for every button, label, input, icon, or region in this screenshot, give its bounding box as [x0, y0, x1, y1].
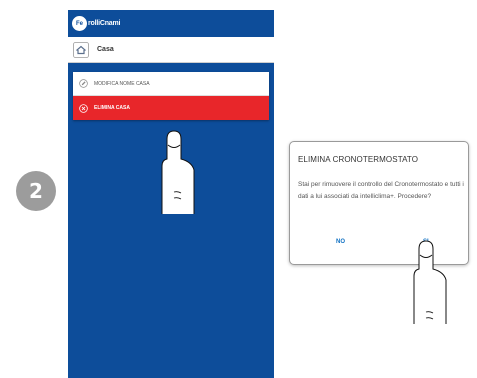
- home-bar: Casa: [68, 37, 274, 63]
- context-menu: MODIFICA NOME CASA ELIMINA CASA: [73, 72, 269, 120]
- house-title: Casa: [97, 46, 114, 53]
- brand-logo: Fe rolliCnami: [72, 16, 120, 31]
- delete-house-menu-item[interactable]: ELIMINA CASA: [73, 96, 269, 120]
- pointing-hand-icon: [161, 130, 195, 214]
- brand-name: rolliCnami: [88, 20, 121, 27]
- pointing-hand-icon: [413, 240, 447, 324]
- dialog-title: ELIMINA CRONOTERMOSTATO: [298, 155, 419, 164]
- edit-icon: [79, 79, 94, 88]
- rename-house-menu-item[interactable]: MODIFICA NOME CASA: [73, 72, 269, 96]
- house-icon[interactable]: [73, 41, 89, 58]
- dialog-message: Stai per rimuovere il controllo del Cron…: [298, 181, 464, 200]
- rename-house-label: MODIFICA NOME CASA: [94, 80, 150, 87]
- brand-mark: Fe: [72, 16, 87, 31]
- close-circle-icon: [79, 103, 94, 113]
- no-button[interactable]: NO: [336, 239, 345, 245]
- delete-house-label: ELIMINA CASA: [94, 105, 130, 111]
- step-number-badge: 2: [16, 171, 56, 211]
- app-header: Fe rolliCnami: [68, 10, 274, 37]
